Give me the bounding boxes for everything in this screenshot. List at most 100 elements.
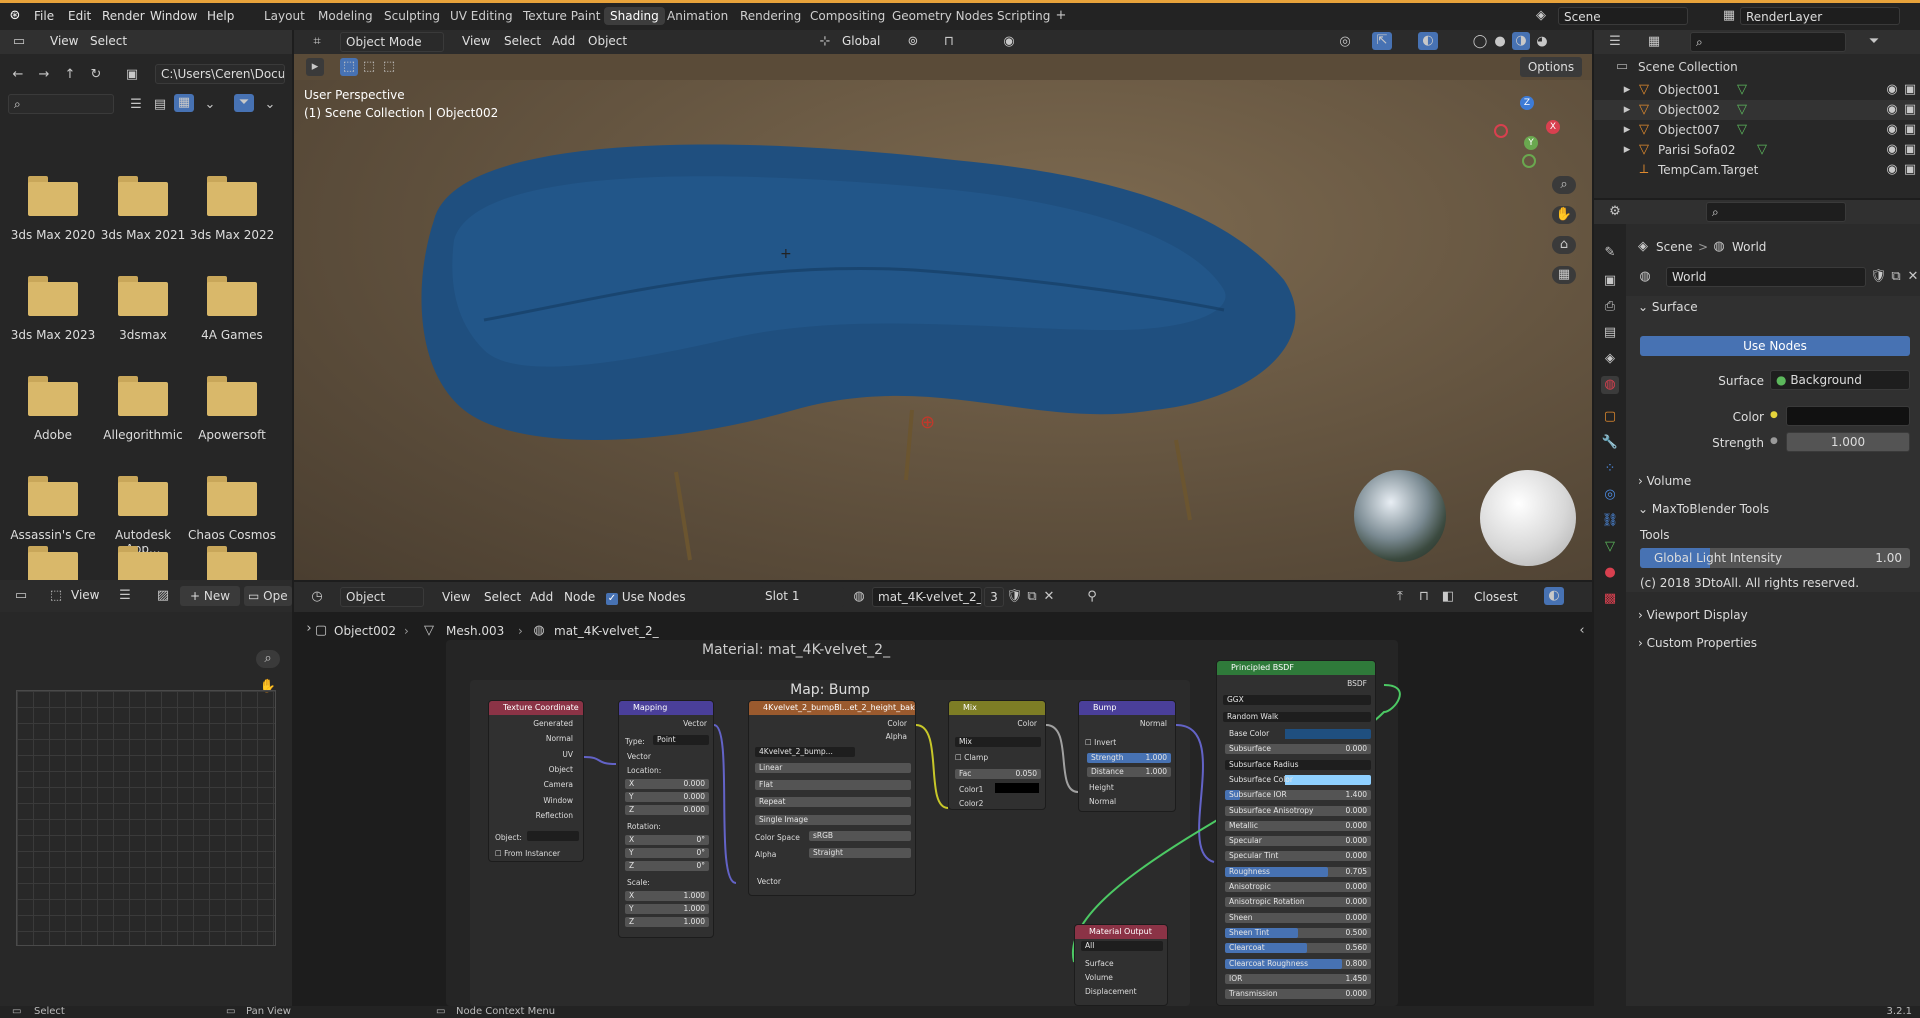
vp-menu-object[interactable]: Object: [588, 34, 627, 48]
solid-shading-icon[interactable]: ●: [1492, 33, 1508, 51]
output-target-dropdown[interactable]: All: [1081, 941, 1163, 951]
folder-icon[interactable]: [207, 546, 257, 580]
image-alpha-dropdown[interactable]: Straight: [809, 848, 911, 858]
perspective-grid-icon[interactable]: ▦: [1552, 266, 1576, 284]
expand-arrow-icon[interactable]: ▸: [1622, 141, 1632, 159]
bsdf-input-field[interactable]: Anisotropic 0.000: [1225, 882, 1371, 892]
tab-sculpting[interactable]: Sculpting: [384, 9, 440, 23]
surface-section-header[interactable]: ⌄ Surface: [1638, 300, 1698, 314]
hand-pan-icon[interactable]: ✋: [1552, 206, 1576, 224]
camera-icon[interactable]: ▣: [1902, 141, 1918, 159]
image-projection-dropdown[interactable]: Flat: [755, 780, 911, 790]
3d-cursor-icon[interactable]: ⊕: [920, 412, 935, 433]
image-file-field[interactable]: 4Kvelvet_2_bump...: [755, 747, 855, 757]
tab-compositing[interactable]: Compositing: [810, 9, 885, 23]
material-shading-icon[interactable]: ◑: [1512, 32, 1530, 50]
gizmo-y-icon[interactable]: Y: [1524, 136, 1538, 150]
surface-shader-field[interactable]: ● Background: [1770, 370, 1910, 390]
texture-coordinate-node[interactable]: Texture Coordinate Generated Normal UV Obje…: [488, 700, 584, 862]
bsdf-input-field[interactable]: Subsurface Color: [1225, 774, 1371, 785]
expand-arrow-icon[interactable]: ▸: [1622, 81, 1632, 99]
sidebar-toggle-icon[interactable]: ‹: [1576, 622, 1588, 640]
transform-global-dropdown[interactable]: Global: [842, 34, 880, 48]
bsdf-input-field[interactable]: Roughness 0.705: [1225, 866, 1371, 877]
back-icon[interactable]: ←: [10, 66, 26, 84]
folder-label[interactable]: 3dsmax: [98, 328, 188, 342]
camera-icon[interactable]: ▣: [1902, 81, 1918, 99]
zoom-icon[interactable]: ⌕: [256, 650, 280, 668]
vp-menu-add[interactable]: Add: [552, 34, 575, 48]
global-light-intensity-slider[interactable]: Global Light Intensity 1.00: [1640, 548, 1910, 568]
base-color-swatch[interactable]: [1285, 729, 1371, 739]
hamburger-icon[interactable]: ☰: [116, 587, 134, 605]
menu-edit[interactable]: Edit: [68, 9, 91, 23]
outliner-item-label[interactable]: TempCam.Target: [1658, 163, 1758, 177]
bsdf-input-field[interactable]: Subsurface Anisotropy 0.000: [1225, 805, 1371, 816]
image-browse-icon[interactable]: ▨: [152, 587, 174, 605]
ie-menu-view[interactable]: View: [71, 588, 99, 602]
bump-strength-field[interactable]: Strength 1.000: [1087, 753, 1171, 763]
folder-icon[interactable]: [207, 376, 257, 416]
custom-properties-section-header[interactable]: › Custom Properties: [1638, 636, 1757, 650]
tc-from-instancer[interactable]: ☐ From Instancer: [495, 849, 560, 858]
image-source-dropdown[interactable]: Single Image: [755, 815, 911, 825]
principled-bsdf-node[interactable]: Principled BSDF BSDF GGX Random Walk Bas…: [1216, 660, 1376, 1006]
vp-menu-view[interactable]: View: [462, 34, 490, 48]
folder-icon[interactable]: [28, 276, 78, 316]
tool-tab-icon[interactable]: ✎: [1601, 244, 1619, 262]
tab-uv-editing[interactable]: UV Editing: [450, 9, 513, 23]
folder-icon[interactable]: [28, 476, 78, 516]
chevron-down-icon[interactable]: ⌄: [204, 96, 216, 114]
outliner-item-label[interactable]: Parisi Sofa02: [1658, 143, 1736, 157]
folder-label[interactable]: Adobe: [8, 428, 98, 442]
use-nodes-button[interactable]: Use Nodes: [1640, 336, 1910, 356]
tab-animation[interactable]: Animation: [667, 9, 728, 23]
properties-search-input[interactable]: ⌕: [1706, 202, 1846, 222]
folder-icon[interactable]: [28, 376, 78, 416]
duplicate-icon[interactable]: ⧉: [1888, 268, 1904, 286]
overlays-icon[interactable]: ◐: [1418, 32, 1438, 50]
options-button[interactable]: Options: [1520, 57, 1582, 77]
mapping-rot-field[interactable]: Y 0°: [625, 848, 709, 858]
folder-label[interactable]: 4A Games: [187, 328, 277, 342]
physics-tab-icon[interactable]: ◎: [1601, 486, 1619, 504]
tab-modeling[interactable]: Modeling: [318, 9, 373, 23]
material-output-node[interactable]: Material Output All Surface Volume Displ…: [1074, 924, 1168, 1006]
scene-tab-icon[interactable]: ◈: [1601, 350, 1619, 368]
render-layer-field[interactable]: RenderLayer: [1740, 7, 1900, 25]
fb-search-input[interactable]: ⌕: [8, 94, 114, 114]
world-browse-icon[interactable]: ◍: [1636, 268, 1654, 286]
filter-dropdown-icon[interactable]: ⌄: [264, 96, 276, 114]
parent-directory-icon[interactable]: ↑: [62, 66, 78, 84]
object-tab-icon[interactable]: ▢: [1601, 408, 1619, 426]
zoom-icon[interactable]: ⌕: [1552, 176, 1576, 194]
folder-label[interactable]: 3ds Max 2021: [98, 228, 188, 242]
bump-node[interactable]: Bump Normal ☐ Invert Strength 1.000 Dista…: [1078, 700, 1176, 812]
eye-icon[interactable]: ◉: [1884, 121, 1900, 139]
eye-icon[interactable]: ◉: [1884, 81, 1900, 99]
bsdf-distribution-dropdown[interactable]: GGX: [1223, 695, 1371, 705]
outliner-row[interactable]: ⟂ TempCam.Target ◉ ▣: [1594, 160, 1920, 180]
mapping-loc-field[interactable]: Y 0.000: [625, 792, 709, 802]
particles-tab-icon[interactable]: ⁘: [1601, 460, 1619, 478]
gizmo-neg-y-icon[interactable]: [1522, 154, 1536, 168]
menu-help[interactable]: Help: [207, 9, 234, 23]
bsdf-input-field[interactable]: Base Color: [1225, 729, 1371, 739]
bsdf-input-field[interactable]: Subsurface IOR 1.400: [1225, 790, 1371, 801]
menu-file[interactable]: File: [34, 9, 54, 23]
editor-type-icon[interactable]: ▭: [8, 33, 30, 51]
bsdf-input-field[interactable]: Specular 0.000: [1225, 836, 1371, 847]
outliner-row[interactable]: ▸ ▽ Parisi Sofa02 ▽ ◉ ▣: [1594, 140, 1920, 160]
folder-icon[interactable]: [118, 176, 168, 216]
eye-icon[interactable]: ◉: [1884, 101, 1900, 119]
tool-settings-icon[interactable]: ▸: [306, 58, 324, 76]
gizmo-neg-x-icon[interactable]: [1494, 124, 1508, 138]
mapping-scl-field[interactable]: Y 1.000: [625, 904, 709, 914]
scene-collection-label[interactable]: Scene Collection: [1638, 60, 1738, 74]
subsurface-color-swatch[interactable]: [1285, 774, 1371, 785]
eye-icon[interactable]: ◉: [1884, 161, 1900, 179]
output-tab-icon[interactable]: ⎙: [1601, 298, 1619, 316]
refresh-icon[interactable]: ↻: [88, 66, 104, 84]
mix-color1-swatch[interactable]: [995, 783, 1039, 793]
world-tab-icon[interactable]: ◍: [1601, 376, 1619, 394]
